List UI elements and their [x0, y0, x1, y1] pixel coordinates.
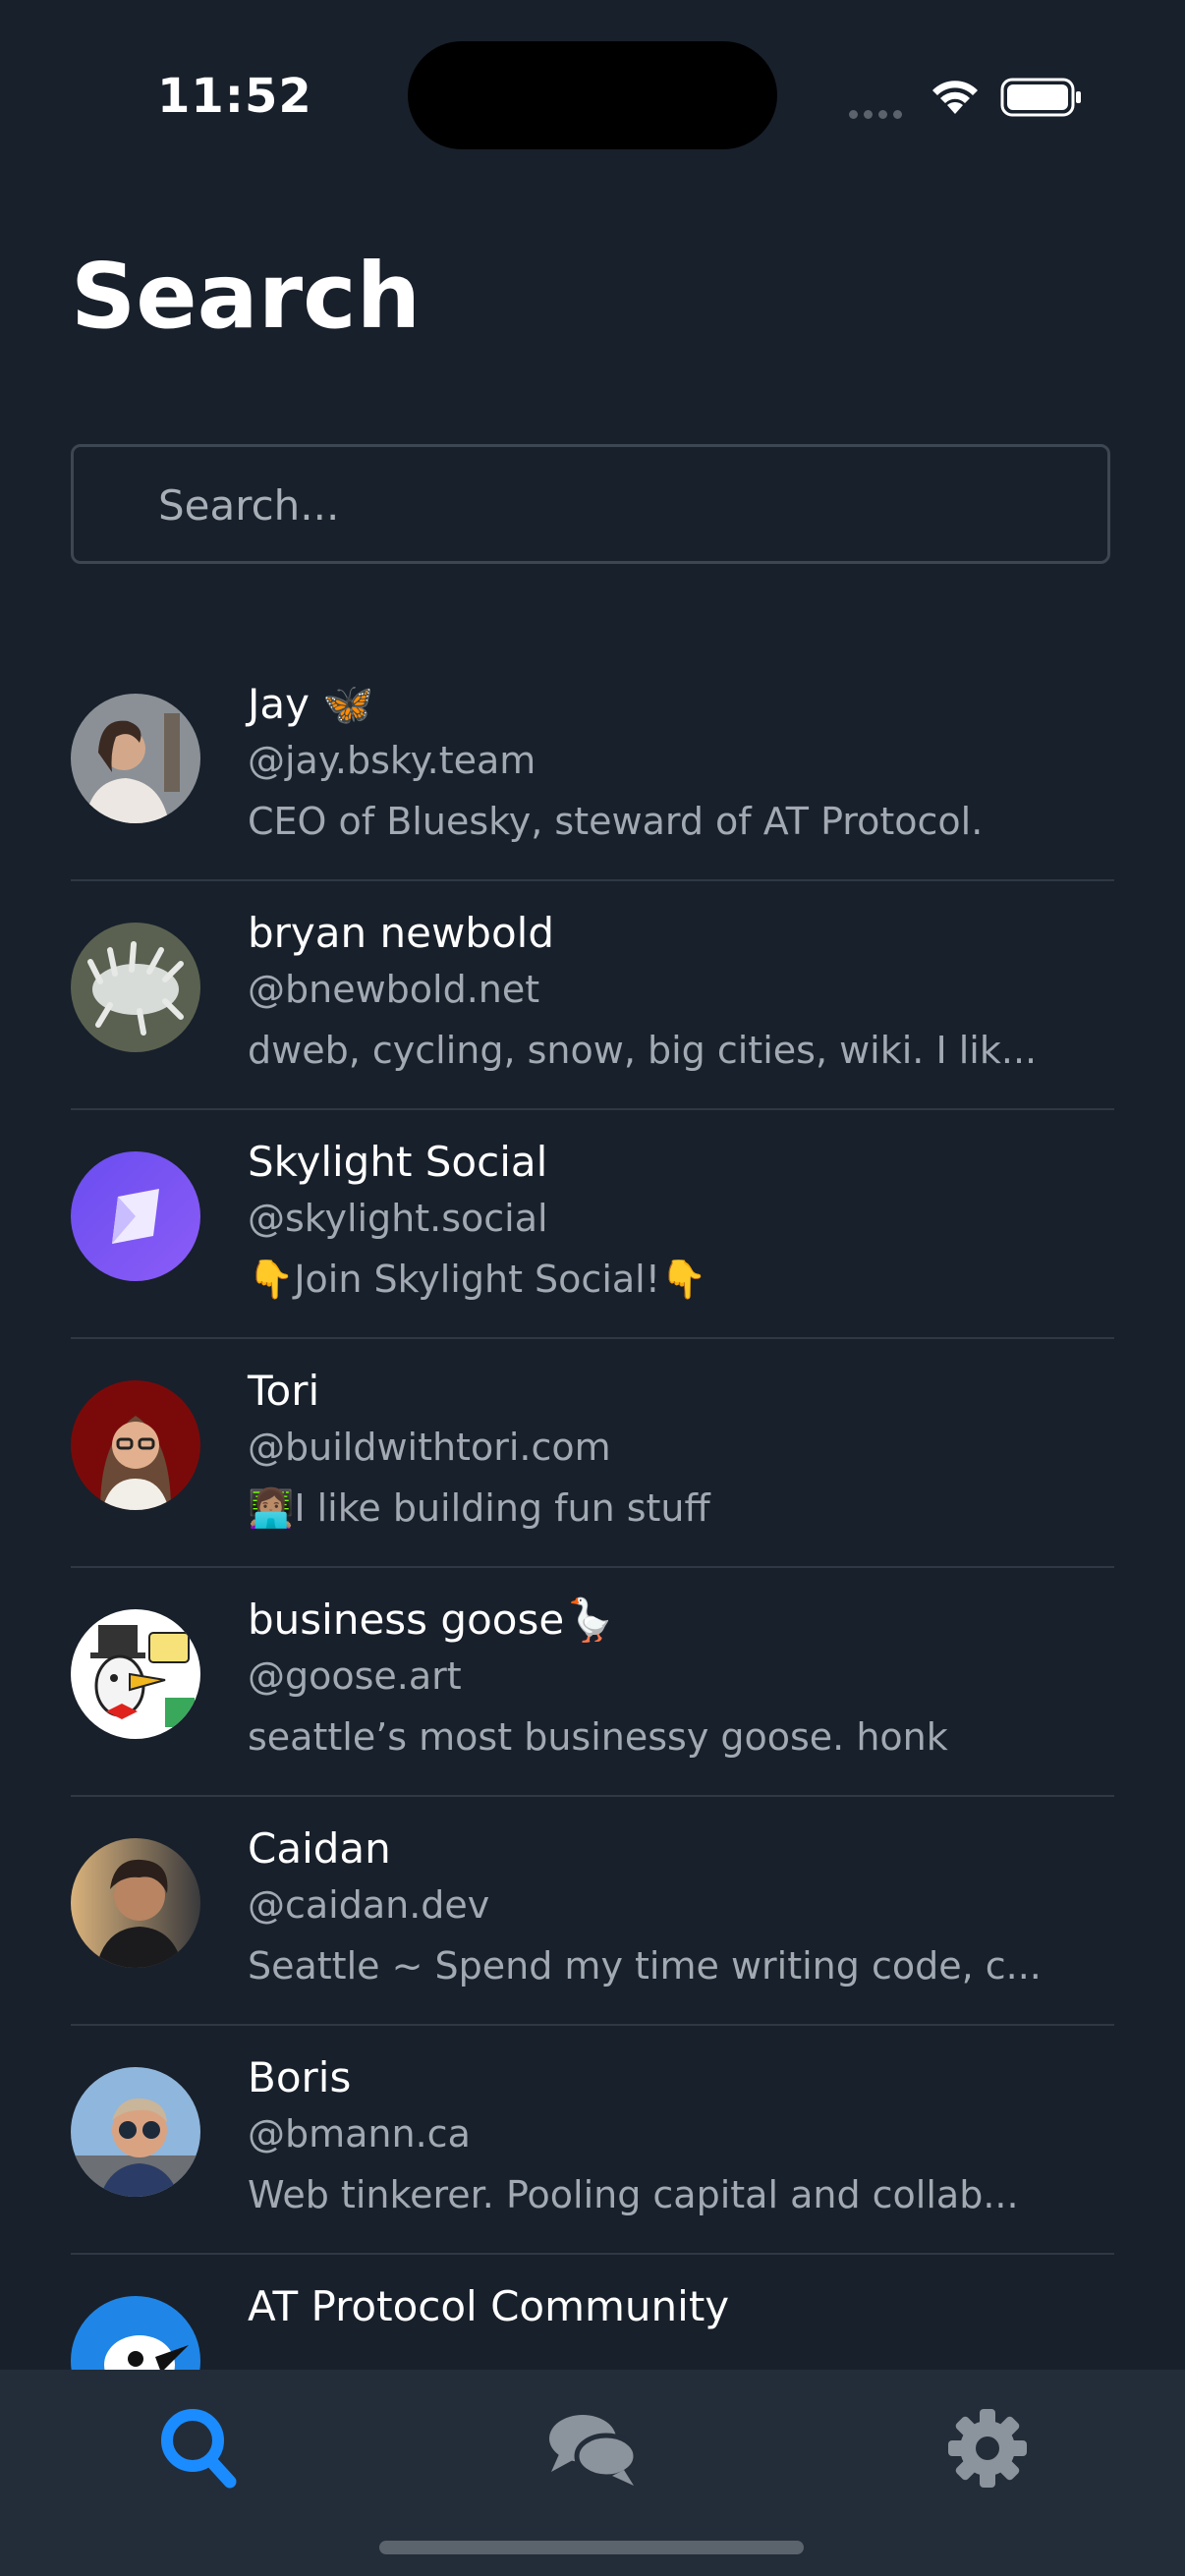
- list-item[interactable]: Skylight Social @skylight.social 👇Join S…: [71, 1110, 1114, 1339]
- result-name: bryan newbold: [248, 909, 554, 957]
- tab-messages[interactable]: [534, 2399, 651, 2497]
- avatar: [71, 1380, 200, 1510]
- result-handle: @skylight.social: [248, 1197, 548, 1240]
- status-time: 11:52: [157, 69, 312, 124]
- result-name: Skylight Social: [248, 1138, 548, 1186]
- result-name: business goose🪿: [248, 1596, 616, 1644]
- avatar: [71, 1151, 200, 1281]
- result-bio: 👇Join Skylight Social!👇: [248, 1258, 707, 1301]
- tab-search[interactable]: [138, 2399, 255, 2497]
- avatar: [71, 694, 200, 823]
- result-handle: @bnewbold.net: [248, 968, 540, 1011]
- result-name: AT Protocol Community: [248, 2282, 730, 2330]
- result-handle: @jay.bsky.team: [248, 739, 536, 782]
- result-bio: 👩🏽‍💻I like building fun stuff: [248, 1486, 710, 1530]
- chat-icon: [549, 2415, 639, 2486]
- result-bio: seattle’s most businessy goose. honk: [248, 1715, 948, 1759]
- list-item[interactable]: business goose🪿 @goose.art seattle’s mos…: [71, 1568, 1114, 1797]
- list-item[interactable]: Tori @buildwithtori.com 👩🏽‍💻I like build…: [71, 1339, 1114, 1568]
- result-name: Tori: [248, 1367, 320, 1415]
- avatar: [71, 1609, 200, 1739]
- result-name: Jay 🦋: [248, 680, 374, 728]
- result-bio: Web tinkerer. Pooling capital and collab…: [248, 2173, 1019, 2216]
- wifi-icon: [928, 75, 983, 120]
- result-bio: dweb, cycling, snow, big cities, wiki. I…: [248, 1029, 1038, 1072]
- search-box[interactable]: [71, 444, 1110, 564]
- result-bio: Seattle ~ Spend my time writing code, c.…: [248, 1944, 1042, 1988]
- dynamic-island: [408, 41, 777, 149]
- cellular-signal-icon: [849, 104, 908, 123]
- result-handle: @bmann.ca: [248, 2112, 471, 2156]
- list-item[interactable]: Caidan @caidan.dev Seattle ~ Spend my ti…: [71, 1797, 1114, 2026]
- battery-icon: [1000, 77, 1083, 122]
- page-title: Search: [71, 244, 422, 349]
- search-icon: [161, 2409, 237, 2489]
- results-list[interactable]: Jay 🦋 @jay.bsky.team CEO of Bluesky, ste…: [71, 652, 1114, 2484]
- result-handle: @buildwithtori.com: [248, 1426, 611, 1469]
- result-handle: @goose.art: [248, 1654, 462, 1698]
- avatar: [71, 2067, 200, 2197]
- home-indicator: [379, 2541, 804, 2554]
- list-item[interactable]: Jay 🦋 @jay.bsky.team CEO of Bluesky, ste…: [71, 652, 1114, 881]
- result-name: Boris: [248, 2053, 352, 2101]
- result-handle: @caidan.dev: [248, 1883, 490, 1927]
- result-name: Caidan: [248, 1824, 391, 1873]
- list-item[interactable]: Boris @bmann.ca Web tinkerer. Pooling ca…: [71, 2026, 1114, 2255]
- avatar: [71, 1838, 200, 1968]
- result-bio: CEO of Bluesky, steward of AT Protocol.: [248, 800, 984, 843]
- list-item[interactable]: bryan newbold @bnewbold.net dweb, cyclin…: [71, 881, 1114, 1110]
- search-input[interactable]: [156, 476, 1044, 533]
- avatar: [71, 923, 200, 1052]
- gear-icon: [948, 2409, 1027, 2488]
- tab-settings[interactable]: [929, 2399, 1046, 2497]
